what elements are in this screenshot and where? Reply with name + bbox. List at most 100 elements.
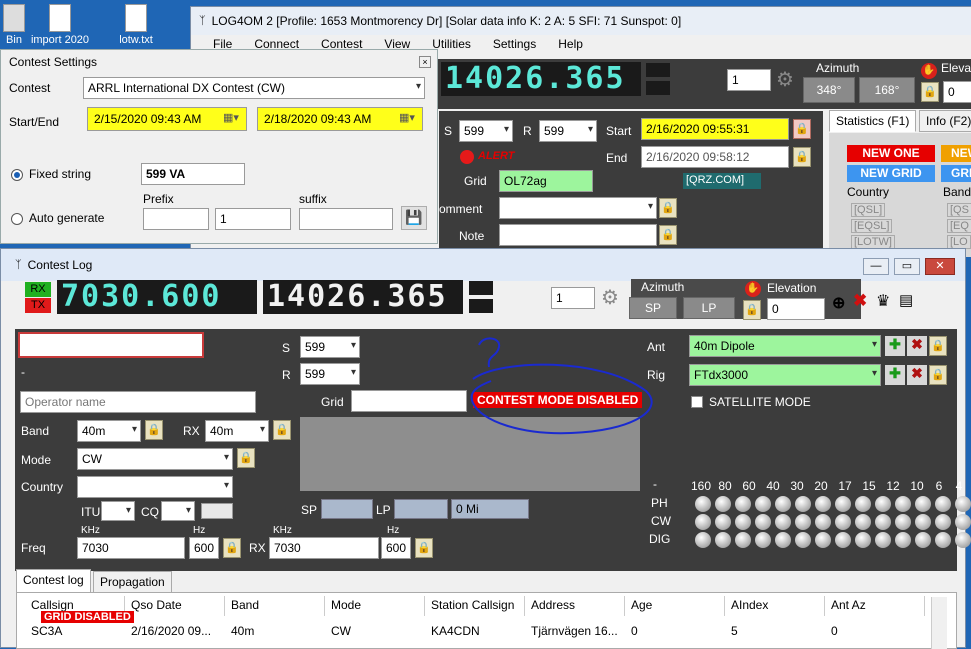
band-led-dig-17[interactable] xyxy=(815,532,831,548)
band-led-dig-U[interactable] xyxy=(955,532,971,548)
lock-icon[interactable]: 🔒 xyxy=(273,420,291,440)
suffix-input[interactable] xyxy=(299,208,393,230)
desktop-icon-import[interactable]: import 2020 xyxy=(30,4,90,46)
cards-icon[interactable]: ▤ xyxy=(899,291,913,309)
remove-antenna-icon[interactable]: ✖ xyxy=(907,336,927,356)
add-icon[interactable]: ⊕ xyxy=(832,293,845,313)
band-led-dig-15[interactable] xyxy=(835,532,851,548)
band-led-cw-U[interactable] xyxy=(955,514,971,530)
main-azimuth-lp[interactable]: 168° xyxy=(859,77,915,103)
lock-icon[interactable]: 🔒 xyxy=(223,538,241,558)
band-led-cw-4[interactable] xyxy=(915,514,931,530)
main-grid-field[interactable]: OL72ag xyxy=(499,170,593,192)
tab-statistics[interactable]: Statistics (F1) xyxy=(829,110,917,132)
band-led-dig-6[interactable] xyxy=(895,532,911,548)
lock-icon[interactable]: 🔒 xyxy=(793,147,811,167)
freq-hz-input[interactable]: 600 xyxy=(189,537,219,559)
band-led-cw-15[interactable] xyxy=(835,514,851,530)
band-led-cw-6[interactable] xyxy=(895,514,911,530)
rx-freq-input[interactable]: 7030 xyxy=(269,537,379,559)
rx-hz-input[interactable]: 600 xyxy=(381,537,411,559)
freq-input[interactable]: 7030 xyxy=(77,537,185,559)
itu-select[interactable] xyxy=(101,501,135,521)
lock-icon[interactable]: 🔒 xyxy=(145,420,163,440)
band-led-dig-V[interactable] xyxy=(935,532,951,548)
band-led-cw-80[interactable] xyxy=(715,514,731,530)
add-antenna-icon[interactable]: ✚ xyxy=(885,336,905,356)
band-led-ph-U[interactable] xyxy=(955,496,971,512)
band-led-cw-20[interactable] xyxy=(795,514,811,530)
delete-icon[interactable]: ✖ xyxy=(853,291,867,311)
s-select[interactable]: 599 xyxy=(300,336,360,358)
column-header-address[interactable]: Address xyxy=(525,596,625,616)
calendar-icon[interactable]: ▦▾ xyxy=(399,111,417,125)
band-led-ph-60[interactable] xyxy=(735,496,751,512)
lock-icon[interactable]: 🔒 xyxy=(929,336,947,356)
fixed-string-radio[interactable] xyxy=(11,169,23,181)
lock-icon[interactable]: 🔒 xyxy=(237,448,255,468)
band-led-ph-80[interactable] xyxy=(715,496,731,512)
stop-hand-icon[interactable]: ✋ xyxy=(745,281,761,297)
column-header-band[interactable]: Band xyxy=(225,596,325,616)
grid-scrollbar[interactable] xyxy=(931,597,947,649)
main-spin[interactable]: 1 xyxy=(727,69,771,91)
country-select[interactable] xyxy=(77,476,233,498)
contest-spin[interactable]: 1 xyxy=(551,287,595,309)
band-led-cw-12[interactable] xyxy=(855,514,871,530)
band-led-ph-17[interactable] xyxy=(815,496,831,512)
close-icon[interactable]: × xyxy=(419,56,431,68)
grid-input[interactable] xyxy=(351,390,467,412)
column-header-ant-az[interactable]: Ant Az xyxy=(825,596,925,616)
band-led-ph-160[interactable] xyxy=(695,496,711,512)
band-led-ph-20[interactable] xyxy=(795,496,811,512)
lock-icon[interactable]: 🔒 xyxy=(929,365,947,385)
satellite-checkbox[interactable] xyxy=(691,396,703,408)
band-led-ph-10[interactable] xyxy=(875,496,891,512)
menu-help[interactable]: Help xyxy=(558,37,583,57)
contest-select[interactable]: ARRL International DX Contest (CW) xyxy=(83,77,425,99)
column-header-age[interactable]: Age xyxy=(625,596,725,616)
band-led-ph-12[interactable] xyxy=(855,496,871,512)
band-led-cw-160[interactable] xyxy=(695,514,711,530)
contest-elevation-field[interactable]: 0 xyxy=(767,298,825,320)
band-led-cw-10[interactable] xyxy=(875,514,891,530)
band-led-dig-60[interactable] xyxy=(735,532,751,548)
desktop-icon-lotw[interactable]: lotw.txt xyxy=(106,4,166,46)
prefix-input[interactable] xyxy=(143,208,209,230)
column-header-qso-date[interactable]: Qso Date xyxy=(125,596,225,616)
column-header-mode[interactable]: Mode xyxy=(325,596,425,616)
band-led-dig-4[interactable] xyxy=(915,532,931,548)
lock-icon[interactable]: 🔒 xyxy=(415,538,433,558)
band-led-dig-12[interactable] xyxy=(855,532,871,548)
contest-azimuth-sp[interactable]: SP xyxy=(629,297,677,319)
tab-propagation[interactable]: Propagation xyxy=(93,571,172,593)
band-led-ph-15[interactable] xyxy=(835,496,851,512)
antenna-select[interactable]: 40m Dipole xyxy=(689,335,881,357)
column-header-aindex[interactable]: AIndex xyxy=(725,596,825,616)
main-end-field[interactable]: 2/16/2020 09:58:12 xyxy=(641,146,789,168)
maximize-button[interactable]: ▭ xyxy=(894,258,920,275)
stop-hand-icon[interactable]: ✋ xyxy=(921,63,937,79)
remove-rig-icon[interactable]: ✖ xyxy=(907,365,927,385)
lock-icon[interactable]: 🔒 xyxy=(659,198,677,218)
band-led-cw-V[interactable] xyxy=(935,514,951,530)
band-led-ph-4[interactable] xyxy=(915,496,931,512)
callsign-input[interactable] xyxy=(18,332,204,358)
operator-name-input[interactable]: Operator name xyxy=(20,391,256,413)
save-button[interactable]: 💾 xyxy=(401,206,427,230)
tab-contest-log[interactable]: Contest log xyxy=(16,569,91,593)
band-led-cw-30[interactable] xyxy=(775,514,791,530)
lock-icon[interactable]: 🔒 xyxy=(659,225,677,245)
band-select[interactable]: 40m xyxy=(77,420,141,442)
main-r-select[interactable]: 599 xyxy=(539,120,597,142)
desktop-icon-bin[interactable]: Bin xyxy=(0,4,34,46)
close-button[interactable]: ✕ xyxy=(925,258,955,275)
band-led-ph-30[interactable] xyxy=(775,496,791,512)
lock-icon[interactable]: 🔒 xyxy=(743,300,761,320)
minimize-button[interactable]: — xyxy=(863,258,889,275)
r-select[interactable]: 599 xyxy=(300,363,360,385)
counter-stepper[interactable]: 1 xyxy=(215,208,291,230)
add-rig-icon[interactable]: ✚ xyxy=(885,365,905,385)
rig-select[interactable]: FTdx3000 xyxy=(689,364,881,386)
band-led-cw-60[interactable] xyxy=(735,514,751,530)
